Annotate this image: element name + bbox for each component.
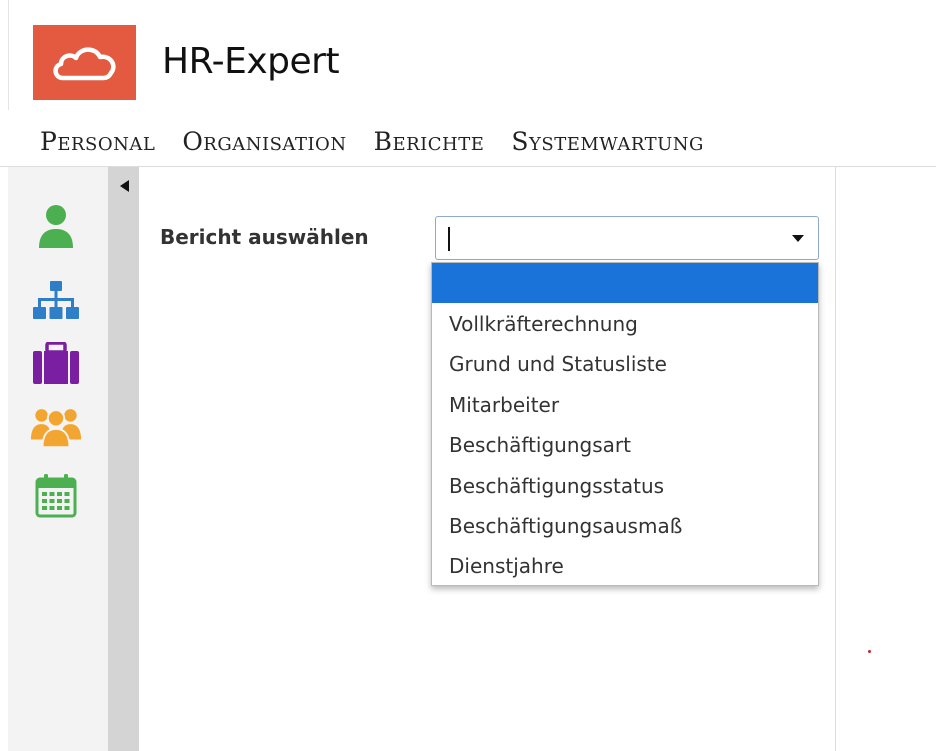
report-select-input[interactable] — [444, 223, 764, 253]
sidebar-item-jobs[interactable] — [30, 337, 82, 389]
org-chart-icon — [33, 281, 79, 319]
nav-item-organisation[interactable]: Organisation — [182, 127, 346, 156]
calendar-icon — [35, 474, 77, 518]
panel-splitter[interactable] — [108, 167, 139, 751]
briefcase-icon — [33, 342, 79, 384]
report-dropdown-list: Vollkräfterechnung Grund und Statusliste… — [431, 262, 819, 586]
dropdown-option[interactable]: Mitarbeiter — [432, 385, 818, 425]
nav-item-berichte[interactable]: Berichte — [374, 127, 485, 156]
stray-mark — [868, 650, 871, 653]
dropdown-option[interactable]: Beschäftigungsstatus — [432, 466, 818, 506]
app-title: HR-Expert — [162, 41, 340, 82]
report-select-label: Bericht auswählen — [160, 225, 369, 249]
sidebar-item-calendar[interactable] — [30, 470, 82, 522]
dropdown-option[interactable]: Dienstjahre — [432, 546, 818, 586]
group-icon — [30, 409, 82, 448]
dropdown-option-empty[interactable] — [432, 263, 818, 303]
sidebar — [8, 167, 108, 751]
app-logo[interactable] — [33, 25, 136, 100]
sidebar-item-personal[interactable] — [30, 200, 82, 252]
app-header: HR-Expert — [0, 0, 936, 110]
main-nav: Personal Organisation Berichte Systemwar… — [0, 120, 936, 162]
chevron-down-icon[interactable] — [792, 235, 804, 242]
dropdown-option[interactable]: Beschäftigungsart — [432, 425, 818, 465]
report-combobox[interactable] — [435, 216, 819, 260]
dropdown-option[interactable]: Grund und Statusliste — [432, 344, 818, 384]
nav-item-personal[interactable]: Personal — [40, 127, 155, 156]
collapse-left-icon[interactable] — [120, 180, 129, 192]
dropdown-option[interactable]: Beschäftigungsausmaß — [432, 506, 818, 546]
sidebar-item-groups[interactable] — [30, 400, 82, 452]
text-cursor — [448, 227, 450, 251]
cloud-icon — [52, 46, 116, 80]
dropdown-option[interactable]: Vollkräfterechnung — [432, 304, 818, 344]
header-divider — [8, 0, 9, 110]
sidebar-item-organisation[interactable] — [30, 275, 82, 327]
nav-item-systemwartung[interactable]: Systemwartung — [511, 127, 704, 156]
person-icon — [39, 205, 73, 248]
